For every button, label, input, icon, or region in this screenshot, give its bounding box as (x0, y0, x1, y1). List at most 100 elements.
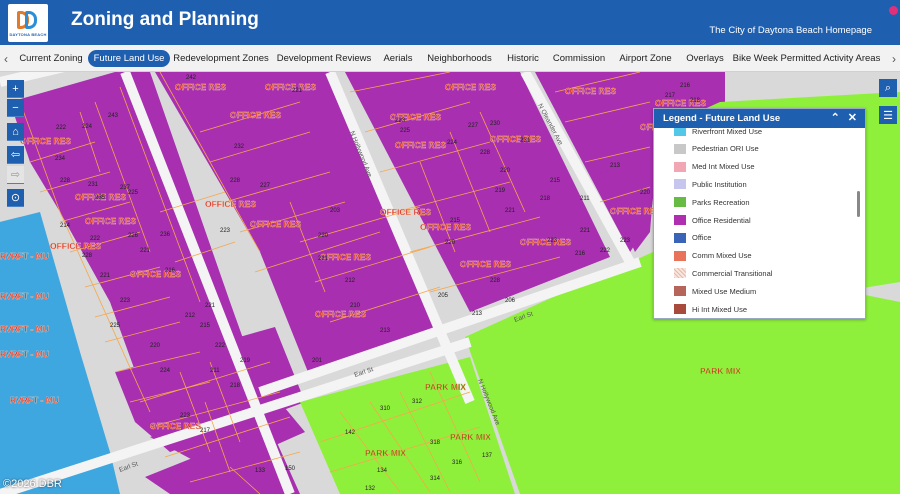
parcel-number: 223 (547, 238, 558, 244)
zoom-out-button[interactable]: − (7, 99, 24, 117)
zone-label: RVRFT - MU (0, 324, 49, 334)
parcel-number: 210 (350, 303, 361, 309)
logo-mark (15, 9, 41, 31)
parcel-number: 203 (330, 208, 341, 214)
parcel-number: 223 (180, 413, 191, 419)
legend-item: Med Int Mixed Use (674, 160, 755, 174)
legend-item: Riverfront Mixed Use (674, 128, 762, 138)
parcel-number: 224 (82, 124, 93, 130)
search-icon[interactable]: ⌕ (879, 79, 897, 97)
zone-label: OFFICE RES (50, 241, 101, 251)
parcel-number: 217 (665, 93, 676, 99)
close-icon[interactable]: ✕ (848, 111, 857, 124)
parcel-number: 222 (215, 343, 226, 349)
tab-airport-zone[interactable]: Airport Zone (618, 50, 673, 67)
parcel-number: 228 (490, 278, 501, 284)
parcel-number: 228 (82, 253, 93, 259)
parcel-number: 316 (452, 460, 463, 466)
city-logo[interactable]: DAYTONA BEACH (8, 4, 48, 42)
parcel-number: 224 (160, 368, 171, 374)
parcel-number: 221 (292, 88, 303, 94)
app-title: Zoning and Planning (71, 9, 259, 30)
parcel-number: 219 (240, 358, 251, 364)
tab-commission[interactable]: Commission (553, 50, 605, 67)
legend-item: Pedestrian ORI Use (674, 142, 759, 156)
arrow-right-icon[interactable]: ⇨ (7, 166, 24, 184)
zone-label: OFFICE RES (380, 207, 431, 217)
legend-label: Comm Mixed Use (692, 251, 752, 261)
zone-label: OFFICE RES (150, 421, 201, 431)
zone-label: RVRFT - MU (10, 395, 59, 405)
parcel-number: 142 (345, 430, 356, 436)
legend-swatch (674, 250, 686, 261)
tab-development-reviews[interactable]: Development Reviews (277, 50, 372, 67)
chevron-right-icon[interactable]: › (888, 45, 900, 72)
legend-item: Hi Int Mixed Use (674, 302, 747, 316)
tab-aerials[interactable]: Aerials (380, 50, 416, 67)
legend-list[interactable]: Riverfront Mixed Use Pedestrian ORI Use Me… (654, 128, 865, 318)
parcel-number: 314 (430, 476, 441, 482)
zone-label: OFFICE RES (490, 134, 541, 144)
arrow-left-icon[interactable]: ⇦ (7, 146, 24, 164)
zoom-in-button[interactable]: + (7, 80, 24, 98)
legend-swatch (674, 128, 686, 136)
logo-text: DAYTONA BEACH (9, 32, 47, 37)
zone-label: OFFICE RES (565, 86, 616, 96)
parcel-number: 221 (505, 208, 516, 214)
parcel-number: 223 (620, 238, 631, 244)
legend-item: Commercial Transitional (674, 266, 772, 280)
chevron-left-icon[interactable]: ‹ (0, 45, 12, 72)
parcel-number: 223 (120, 298, 131, 304)
zone-label: OFFICE RES (520, 237, 571, 247)
parcel-number: 243 (108, 113, 119, 119)
zone-label: OFFICE RES (175, 82, 226, 92)
parcel-number: 231 (88, 182, 99, 188)
legend-label: Parks Recreation (692, 197, 750, 207)
tab-future-land-use[interactable]: Future Land Use (88, 50, 170, 67)
legend-swatch (674, 215, 686, 225)
legend-swatch (674, 179, 686, 190)
tab-historic[interactable]: Historic (504, 50, 542, 67)
parcel-number: 215 (550, 178, 561, 184)
parcel-number: 217 (200, 428, 211, 434)
tab-redevelopment-zones[interactable]: Redevelopment Zones (173, 50, 269, 67)
parcel-number: 137 (482, 453, 493, 459)
parcel-number: 225 (400, 128, 411, 134)
parcel-number: 212 (345, 278, 356, 284)
tab-overlays[interactable]: Overlays (685, 50, 725, 67)
parcel-number: 133 (255, 468, 266, 474)
homepage-link[interactable]: The City of Daytona Beach Homepage (709, 25, 872, 36)
legend-header: Legend - Future Land Use ⌃ ✕ (654, 109, 865, 128)
tab-bike-week-areas[interactable]: Bike Week Permitted Activity Areas (733, 50, 881, 67)
app-header: DAYTONA BEACH Zoning and Planning The Ci… (0, 0, 900, 45)
parcel-number: 222 (600, 248, 611, 254)
legend-swatch (674, 197, 686, 208)
zone-label: OFFICE RES (250, 219, 301, 229)
tab-neighborhoods[interactable]: Neighborhoods (426, 50, 493, 67)
parcel-number: 228 (60, 178, 71, 184)
parcel-number: 216 (680, 83, 691, 89)
collapse-icon[interactable]: ⌃ (831, 111, 840, 124)
home-icon[interactable]: ⌂ (7, 123, 24, 141)
legend-label: Mixed Use Medium (692, 286, 757, 296)
legend-label: Hi Int Mixed Use (692, 304, 748, 314)
legend-swatch (674, 286, 686, 297)
tab-current-zoning[interactable]: Current Zoning (16, 50, 86, 67)
legend-scrollbar[interactable] (857, 191, 860, 217)
parcel-number: 236 (160, 232, 171, 238)
parcel-number: 227 (260, 183, 271, 189)
parcel-number: 231 (520, 138, 531, 144)
legend-label: Office (692, 233, 712, 243)
zone-label: OFFICE RES (315, 309, 366, 319)
zone-label: OFFICE RES (205, 199, 256, 209)
parcel-number: 213 (472, 311, 483, 317)
locate-icon[interactable]: ⊙ (7, 189, 24, 207)
parcel-number: 213 (380, 328, 391, 334)
zone-label: PARK MIX (700, 366, 741, 376)
parcel-number: 218 (540, 196, 551, 202)
edit-icon[interactable] (889, 6, 898, 15)
legend-title: Legend - Future Land Use (663, 113, 781, 124)
parcel-number: 227 (468, 123, 479, 129)
parcel-number: 213 (610, 163, 621, 169)
list-icon[interactable]: ☰ (879, 106, 897, 124)
